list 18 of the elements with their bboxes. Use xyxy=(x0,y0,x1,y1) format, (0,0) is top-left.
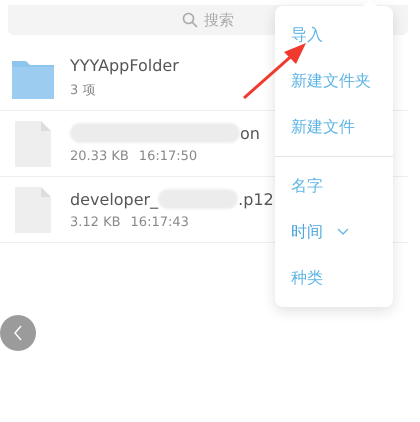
file-icon xyxy=(12,186,54,232)
file-name: YYYAppFolder xyxy=(70,56,179,75)
chevron-down-icon xyxy=(337,228,349,236)
file-size: 20.33 KB xyxy=(70,149,129,164)
file-name: .p12 xyxy=(238,190,274,208)
search-placeholder: 搜索 xyxy=(204,10,234,30)
search-icon xyxy=(182,12,198,28)
chevron-left-icon xyxy=(13,325,23,341)
item-count: 3 项 xyxy=(70,82,96,99)
file-time: 16:17:50 xyxy=(138,149,198,164)
menu-item[interactable]: 新建文件夹 xyxy=(275,58,393,104)
file-icon xyxy=(12,120,54,166)
file-name: on xyxy=(240,124,260,142)
back-button[interactable] xyxy=(0,315,36,351)
file-time: 16:17:43 xyxy=(130,215,189,230)
file-name: developer_ xyxy=(70,190,158,208)
sort-option[interactable]: 种类 xyxy=(275,255,393,301)
file-size: 3.12 KB xyxy=(70,215,121,230)
